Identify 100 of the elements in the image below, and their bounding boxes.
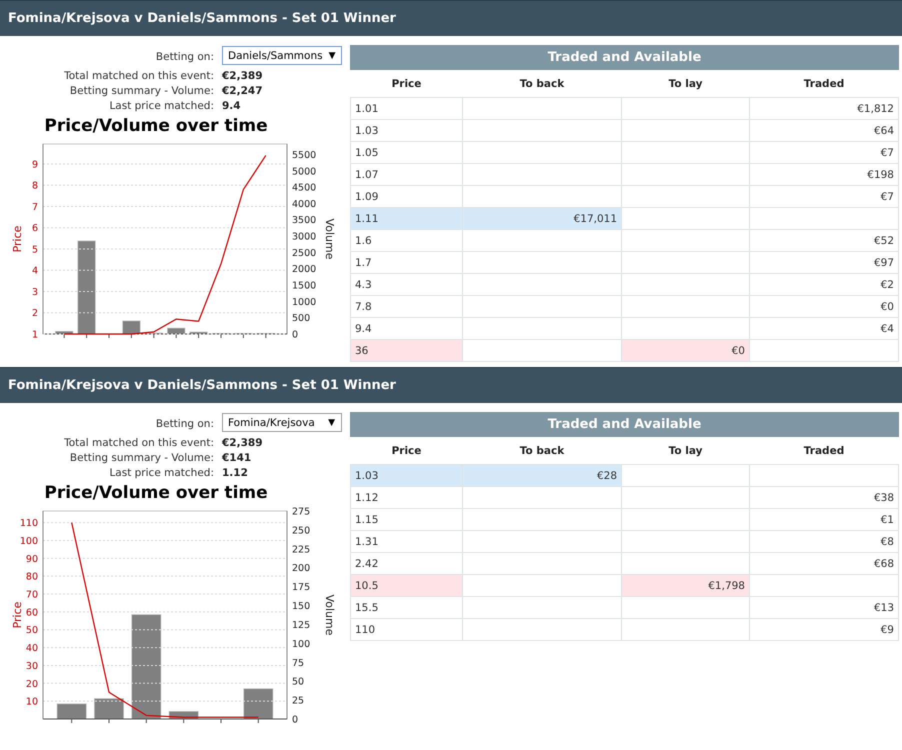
price-cell: 1.03	[350, 464, 462, 486]
price-tick-label: 3	[32, 287, 38, 298]
volume-tick-label: 50	[292, 676, 304, 688]
column-header: To back	[462, 70, 622, 98]
volume-tick-label: 25	[292, 696, 304, 707]
traded-cell: €0	[750, 296, 898, 318]
price-tick-label: 80	[26, 572, 38, 583]
volume-tick-label: 2500	[292, 248, 316, 259]
price-tick-label: 4	[32, 266, 38, 277]
price-cell: 7.8	[350, 296, 462, 318]
price-cell: 9.4	[350, 318, 462, 340]
dropdown-arrow: ▼	[328, 418, 335, 428]
volume-tick-label: 500	[292, 313, 310, 324]
volume-tick-label: 1000	[292, 296, 316, 308]
column-header: To lay	[622, 437, 750, 464]
lay-cell: €0	[622, 340, 750, 362]
traded-cell: €7	[750, 186, 898, 208]
stat-value: 1.12	[222, 467, 249, 479]
price-tick-label: 5	[32, 244, 38, 256]
column-header: Traded	[750, 437, 898, 464]
volume-tick-label: 2000	[292, 264, 316, 276]
volume-tick-label: 0	[292, 330, 298, 340]
volume-tick-label: 5500	[292, 150, 316, 161]
stat-value: €2,389	[222, 70, 264, 82]
column-header: Price	[350, 70, 462, 98]
price-tick-label: 20	[26, 678, 38, 690]
traded-cell: €38	[750, 486, 898, 508]
market-title-bar: Fomina/Krejsova v Daniels/Sammons - Set 01 Winner	[0, 0, 902, 36]
price-cell: 4.3	[350, 274, 462, 296]
price-tick-label: 10	[26, 696, 38, 708]
dropdown-arrow: ▼	[328, 50, 336, 60]
traded-cell: €52	[750, 230, 898, 252]
column-header: Traded	[750, 70, 898, 98]
volume-tick-label: 225	[292, 544, 310, 556]
price-cell: 1.6	[350, 230, 462, 252]
price-tick-label: 9	[32, 159, 38, 170]
volume-tick-label: 275	[292, 506, 310, 518]
column-header: To lay	[622, 70, 750, 98]
stat-label: Total matched on this event:	[63, 70, 214, 82]
price-cell: 1.11	[350, 208, 462, 230]
chart-title: Price/Volume over time	[43, 116, 269, 136]
back-cell: €17,011	[462, 208, 622, 230]
lay-cell: €1,798	[622, 574, 750, 596]
price-tick-label: 7	[32, 202, 38, 213]
back-cell: €28	[462, 464, 622, 486]
traded-cell: €13	[750, 596, 898, 618]
price-cell: 110	[350, 618, 462, 640]
volume-tick-label: 5000	[292, 166, 316, 178]
column-header: To back	[462, 437, 622, 464]
volume-tick-label: 3500	[292, 215, 316, 226]
traded-cell: €4	[750, 318, 898, 340]
volume-tick-label: 0	[292, 714, 298, 726]
volume-tick-label: 3000	[292, 232, 316, 243]
column-header: Price	[350, 437, 462, 464]
price-tick-label: 90	[26, 554, 38, 565]
volume-tick-label: 150	[292, 601, 310, 612]
price-tick-label: 110	[20, 518, 38, 530]
price-cell: 2.42	[350, 552, 462, 574]
betting-on-label: Betting on:	[154, 418, 214, 430]
price-cell: 1.15	[350, 508, 462, 530]
price-tick-label: 8	[32, 180, 38, 192]
volume-tick-label: 175	[292, 582, 310, 594]
stat-label: Last price matched:	[108, 100, 214, 112]
volume-tick-label: 100	[292, 638, 310, 650]
price-axis-title: Price	[11, 226, 24, 252]
price-tick-label: 100	[20, 536, 38, 547]
traded-cell: €64	[750, 120, 898, 142]
price-cell: 1.31	[350, 530, 462, 552]
stat-value: €2,389	[222, 437, 264, 449]
stat-value: €141	[222, 452, 252, 464]
volume-tick-label: 75	[292, 658, 304, 669]
volume-axis-title: Volume	[323, 594, 336, 636]
stat-label: Betting summary - Volume:	[68, 452, 214, 464]
volume-tick-label: 250	[292, 525, 310, 536]
table-title-bar: Traded and Available	[350, 45, 899, 70]
stat-label: Last price matched:	[108, 467, 214, 479]
volume-tick-label: 200	[292, 563, 310, 574]
price-axis-title: Price	[11, 602, 24, 628]
price-tick-label: 30	[26, 660, 38, 672]
traded-cell: €1,812	[750, 98, 898, 120]
price-tick-label: 60	[26, 607, 38, 618]
traded-cell: €68	[750, 552, 898, 574]
price-tick-label: 70	[26, 590, 38, 601]
price-cell: 1.07	[350, 164, 462, 186]
volume-tick-label: 125	[292, 620, 310, 631]
stat-label: Betting summary - Volume:	[68, 85, 214, 97]
volume-axis-title: Volume	[323, 218, 336, 260]
volume-tick-label: 4500	[292, 182, 316, 194]
price-cell: 1.03	[350, 120, 462, 142]
table-title-bar: Traded and Available	[350, 412, 899, 437]
volume-tick-label: 4000	[292, 198, 316, 210]
traded-cell: €97	[750, 252, 898, 274]
stat-label: Total matched on this event:	[63, 437, 214, 449]
volume-tick-label: 1500	[292, 280, 316, 292]
traded-cell: €1	[750, 508, 898, 530]
stat-value: 9.4	[222, 100, 242, 112]
price-cell: 15.5	[350, 596, 462, 618]
market-title-bar: Fomina/Krejsova v Daniels/Sammons - Set 01 Winner	[0, 367, 902, 403]
price-tick-label: 2	[32, 308, 38, 320]
price-tick-label: 50	[26, 625, 38, 636]
